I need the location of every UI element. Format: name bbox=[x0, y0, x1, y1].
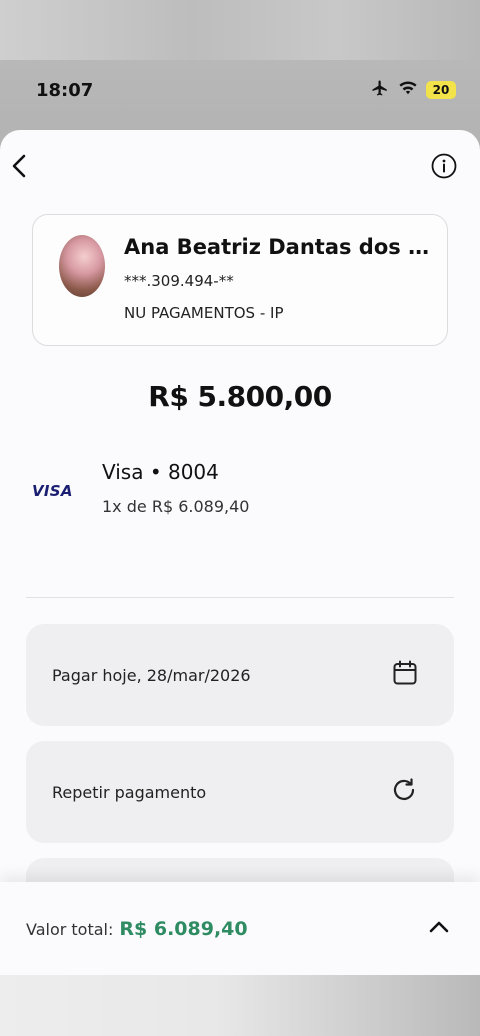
chevron-up-icon[interactable] bbox=[428, 919, 450, 938]
recipient-document: ***.309.494-** bbox=[124, 272, 234, 290]
installments-text: 1x de R$ 6.089,40 bbox=[102, 497, 250, 516]
recipient-bank: NU PAGAMENTOS - IP bbox=[124, 304, 284, 322]
refresh-icon bbox=[390, 776, 418, 808]
status-icons: 20 bbox=[370, 79, 456, 101]
repeat-payment-label: Repetir pagamento bbox=[52, 782, 207, 802]
total-label: Valor total: bbox=[26, 919, 114, 939]
info-button[interactable] bbox=[426, 150, 462, 186]
payment-amount: R$ 5.800,00 bbox=[148, 380, 332, 413]
payment-date-label: Pagar hoje, 28/mar/2026 bbox=[52, 665, 251, 685]
info-circle-icon bbox=[431, 153, 457, 183]
status-time: 18:07 bbox=[36, 79, 94, 101]
total-footer[interactable]: Valor total: R$ 6.089,40 bbox=[0, 882, 480, 975]
card-title: Visa • 8004 bbox=[102, 460, 219, 484]
back-button[interactable] bbox=[2, 150, 38, 186]
chevron-left-icon bbox=[9, 153, 31, 183]
app-screen: 18:07 20 Ana Beatriz Dantas dos Sant... bbox=[0, 0, 480, 1036]
visa-logo: VISA bbox=[32, 482, 73, 500]
airplane-icon bbox=[370, 79, 390, 101]
payment-date-option[interactable]: Pagar hoje, 28/mar/2026 bbox=[26, 624, 454, 726]
total-value: R$ 6.089,40 bbox=[119, 917, 248, 940]
recipient-avatar bbox=[59, 235, 105, 297]
battery-indicator: 20 bbox=[426, 81, 456, 99]
recipient-name: Ana Beatriz Dantas dos Sant... bbox=[124, 235, 436, 259]
wifi-icon bbox=[398, 80, 418, 100]
recipient-card: Ana Beatriz Dantas dos Sant... ***.309.4… bbox=[32, 214, 448, 346]
background-blur-bottom bbox=[0, 975, 480, 1036]
divider bbox=[26, 597, 454, 598]
calendar-icon bbox=[392, 660, 418, 690]
repeat-payment-option[interactable]: Repetir pagamento bbox=[26, 741, 454, 843]
payment-sheet: Ana Beatriz Dantas dos Sant... ***.309.4… bbox=[0, 130, 480, 975]
status-bar: 18:07 20 bbox=[0, 70, 480, 110]
total-summary: Valor total: R$ 6.089,40 bbox=[26, 918, 248, 940]
background-blur bbox=[0, 0, 480, 60]
